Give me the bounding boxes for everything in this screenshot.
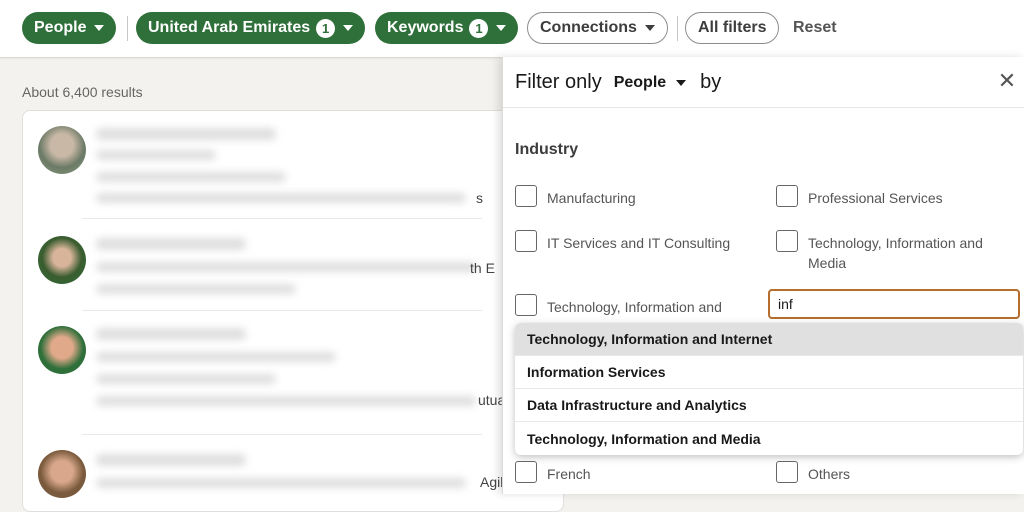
results-count: About 6,400 results xyxy=(22,84,143,100)
option-label: Technology, Information and xyxy=(547,299,722,315)
suggestion-item[interactable]: Technology, Information and Media xyxy=(515,422,1023,455)
location-filter-label: United Arab Emirates xyxy=(148,19,311,36)
blurred-name xyxy=(96,128,276,140)
option-label: IT Services and IT Consulting xyxy=(547,235,731,251)
blurred-name xyxy=(96,238,246,250)
industry-suggestions: Technology, Information and Internet Inf… xyxy=(515,323,1023,455)
reset-button[interactable]: Reset xyxy=(793,19,837,37)
blurred-location xyxy=(96,374,276,384)
option-label: Professional Services xyxy=(808,190,943,206)
keywords-filter-button[interactable]: Keywords 1 xyxy=(375,12,519,44)
clipped-text: s xyxy=(476,190,483,206)
people-filter-label: People xyxy=(34,19,87,36)
suggestion-item[interactable]: Data Infrastructure and Analytics xyxy=(515,389,1023,422)
language-option-french[interactable]: French xyxy=(515,461,747,484)
checkbox[interactable] xyxy=(515,230,537,252)
panel-title-prefix: Filter only xyxy=(515,71,602,93)
all-filters-label: All filters xyxy=(698,19,767,36)
language-option-others[interactable]: Others xyxy=(776,461,1008,484)
close-icon[interactable]: ✕ xyxy=(997,70,1017,92)
chevron-down-icon xyxy=(644,25,655,31)
connections-filter-button[interactable]: Connections xyxy=(527,12,668,44)
blurred-location xyxy=(96,172,286,182)
panel-divider xyxy=(503,107,1024,108)
chevron-down-icon xyxy=(343,25,354,31)
connections-filter-label: Connections xyxy=(540,19,637,36)
row-divider xyxy=(82,218,482,219)
chevron-down-icon xyxy=(496,25,507,31)
divider xyxy=(127,16,128,41)
clipped-text: Agil xyxy=(480,474,504,490)
suggestion-item[interactable]: Information Services xyxy=(515,356,1023,389)
industry-section-title: Industry xyxy=(515,141,579,158)
checkbox[interactable] xyxy=(776,185,798,207)
suggestion-item[interactable]: Technology, Information and Internet xyxy=(515,323,1023,356)
all-filters-button[interactable]: All filters xyxy=(685,12,780,44)
blurred-summary xyxy=(96,396,476,406)
result-type-select[interactable]: People xyxy=(613,73,687,92)
option-label: Manufacturing xyxy=(547,190,636,206)
industry-option-tech-info-media[interactable]: Technology, Information and Media xyxy=(776,230,1008,273)
keywords-filter-label: Keywords xyxy=(387,19,464,36)
checkbox[interactable] xyxy=(515,185,537,207)
blurred-name xyxy=(96,454,246,466)
blurred-summary xyxy=(96,193,466,203)
blurred-name xyxy=(96,328,246,340)
filter-panel: Filter only People by ✕ Industry Manufac… xyxy=(502,57,1024,494)
chevron-down-icon xyxy=(94,25,105,31)
option-label: French xyxy=(547,466,591,482)
industry-option-manufacturing[interactable]: Manufacturing xyxy=(515,185,747,208)
row-divider xyxy=(82,434,482,435)
checkbox[interactable] xyxy=(776,230,798,252)
blurred-headline xyxy=(96,150,216,160)
industry-search-input[interactable] xyxy=(768,289,1020,319)
checkbox[interactable] xyxy=(515,461,537,483)
avatar[interactable] xyxy=(38,126,86,174)
industry-option-tech-info[interactable]: Technology, Information and xyxy=(515,294,747,317)
filter-bar: People United Arab Emirates 1 Keywords 1… xyxy=(0,0,1024,58)
location-filter-button[interactable]: United Arab Emirates 1 xyxy=(136,12,366,44)
row-divider xyxy=(82,310,482,311)
blurred-location xyxy=(96,284,296,294)
results-card xyxy=(22,110,564,512)
keywords-count-badge: 1 xyxy=(469,18,489,38)
blurred-headline xyxy=(96,262,476,272)
divider xyxy=(677,16,678,41)
avatar[interactable] xyxy=(38,326,86,374)
location-count-badge: 1 xyxy=(316,18,336,38)
checkbox[interactable] xyxy=(515,294,537,316)
result-type-value: People xyxy=(613,73,667,91)
people-filter-button[interactable]: People xyxy=(22,12,117,44)
panel-header: Filter only People by xyxy=(515,71,721,94)
panel-title-suffix: by xyxy=(700,71,722,93)
checkbox[interactable] xyxy=(776,461,798,483)
industry-option-it-services[interactable]: IT Services and IT Consulting xyxy=(515,230,747,253)
blurred-headline xyxy=(96,478,466,488)
avatar[interactable] xyxy=(38,236,86,284)
option-label: Others xyxy=(808,466,851,482)
avatar[interactable] xyxy=(38,450,86,498)
blurred-headline xyxy=(96,352,336,362)
industry-option-professional-services[interactable]: Professional Services xyxy=(776,185,1008,208)
chevron-down-icon xyxy=(676,79,687,86)
option-label: Technology, Information and Media xyxy=(808,235,983,271)
clipped-text: th E xyxy=(470,260,495,276)
